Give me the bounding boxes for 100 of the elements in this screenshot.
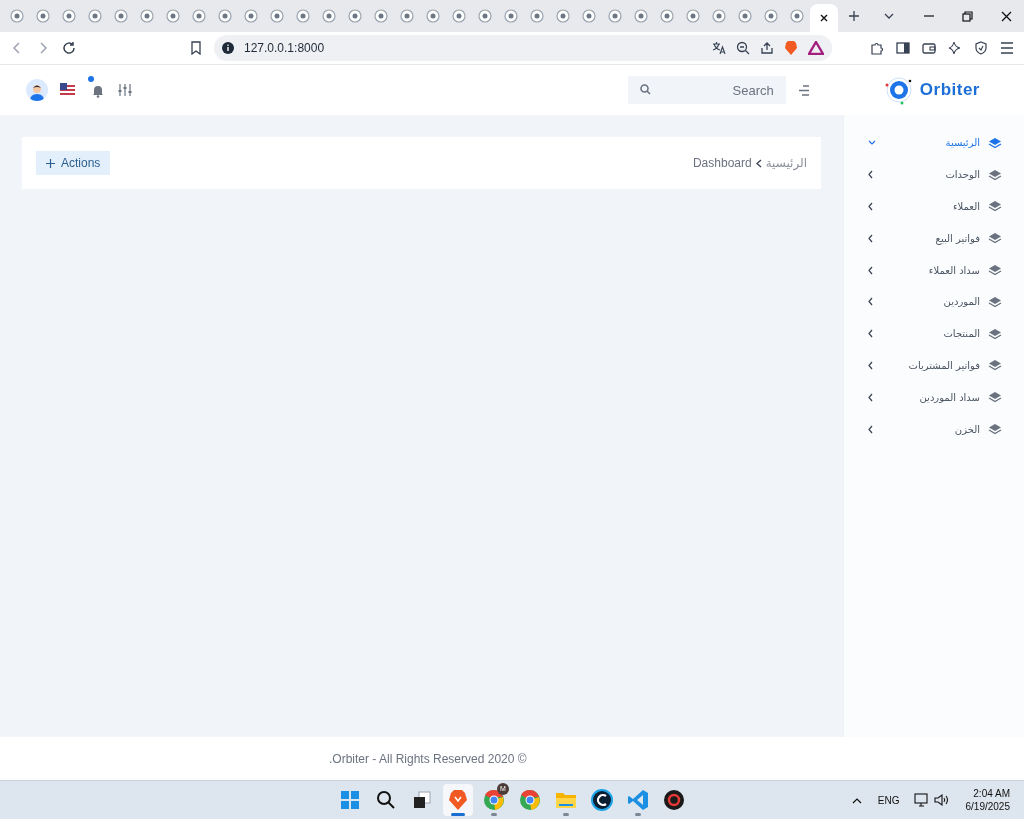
favicon-icon	[426, 9, 440, 23]
layers-icon	[988, 136, 1002, 149]
layers-icon	[988, 168, 1002, 181]
search-icon	[375, 789, 397, 811]
sparkle-icon[interactable]	[948, 41, 962, 55]
url-text: 127.0.0.1:8000	[244, 40, 326, 57]
new-tab-icon[interactable]	[848, 10, 860, 22]
favicon-icon	[712, 9, 726, 23]
favicon-icon	[686, 9, 700, 23]
chevron-down-icon	[868, 140, 876, 146]
sidebar-item[interactable]: المنتجات	[844, 317, 1024, 350]
translate-icon[interactable]	[712, 41, 726, 55]
favicon-icon	[166, 9, 180, 23]
chevron-left-icon	[868, 297, 873, 307]
favicon-icon	[790, 9, 804, 23]
clock-time[interactable]: 2:04 AM	[973, 787, 1010, 800]
avatar-icon[interactable]	[26, 79, 48, 101]
favicon-icon	[270, 9, 284, 23]
letter-c-icon	[591, 789, 613, 811]
windows-icon	[339, 789, 361, 811]
favicon-icon	[504, 9, 518, 23]
chevron-down-icon[interactable]	[884, 13, 894, 19]
sidebar-item[interactable]: العملاء	[844, 190, 1024, 223]
chevron-left-icon	[868, 202, 873, 211]
language-indicator[interactable]: ENG	[877, 792, 900, 808]
chevron-left-icon	[868, 392, 873, 402]
sidebar-item[interactable]: الخزن	[844, 413, 1024, 445]
favicon-icon	[452, 9, 466, 23]
sliders-icon[interactable]	[118, 84, 132, 96]
extensions-icon[interactable]	[870, 41, 884, 55]
menu-icon[interactable]	[797, 84, 810, 96]
chevron-up-icon[interactable]	[851, 796, 862, 804]
favicon-icon	[296, 9, 310, 23]
running-indicator	[491, 813, 497, 816]
chrome-icon	[483, 789, 505, 811]
favicon-icon	[192, 9, 206, 23]
favicon-icon	[764, 9, 778, 23]
wallet-icon[interactable]	[922, 41, 936, 55]
layers-icon	[988, 327, 1002, 340]
volume-icon[interactable]	[933, 793, 950, 807]
bookmark-icon[interactable]	[190, 41, 202, 55]
favicon-icon	[244, 9, 258, 23]
sidebar-item[interactable]: فواتير المشتريات	[844, 349, 1024, 382]
brand-name: Orbiter	[919, 79, 980, 102]
favicon-icon	[114, 9, 128, 23]
chevron-left-icon	[868, 170, 873, 180]
actions-button[interactable]: Actions	[36, 151, 111, 175]
triangle-icon[interactable]	[808, 41, 824, 55]
sidebar-item[interactable]: سداد العملاء	[844, 254, 1024, 286]
sidebar-icon[interactable]	[896, 41, 910, 55]
close-icon[interactable]	[1001, 10, 1012, 22]
favicon-icon	[88, 9, 102, 23]
favicon-icon	[36, 9, 50, 23]
flag-icon[interactable]	[60, 83, 75, 97]
favicon-icon	[738, 9, 752, 23]
info-icon[interactable]	[222, 42, 234, 54]
favicon-icon	[374, 9, 388, 23]
layers-icon	[988, 359, 1002, 372]
sidebar-item[interactable]: سداد الموردين	[844, 381, 1024, 414]
restore-icon[interactable]	[962, 10, 973, 22]
menu-icon[interactable]	[1000, 42, 1014, 54]
favicon-icon	[140, 9, 154, 23]
shield-icon[interactable]	[974, 41, 988, 55]
bell-icon[interactable]	[92, 84, 104, 98]
search-field[interactable]: Search	[627, 76, 786, 104]
sidebar-item[interactable]: فواتير البيع	[844, 222, 1024, 255]
favicon-icon	[400, 9, 414, 23]
layers-icon	[988, 264, 1002, 277]
search-icon	[639, 84, 651, 95]
code-editor-icon	[627, 789, 649, 811]
layers-icon	[988, 200, 1002, 213]
clock-date[interactable]: 6/19/2025	[965, 800, 1010, 813]
favicon-icon	[478, 9, 492, 23]
sidebar-item[interactable]: الوحدات	[844, 158, 1024, 191]
favicon-icon	[530, 9, 544, 23]
layers-icon	[988, 295, 1002, 308]
layers-icon	[988, 423, 1002, 436]
sidebar-item[interactable]: الموردين	[844, 286, 1024, 318]
running-indicator	[451, 813, 465, 816]
chevron-left-icon	[755, 158, 762, 168]
running-indicator	[635, 813, 641, 816]
running-indicator	[563, 813, 569, 816]
chevron-left-icon	[868, 424, 873, 434]
zoom-icon[interactable]	[736, 41, 750, 55]
chrome-icon	[519, 789, 541, 811]
copyright-text: .Orbiter - All Rights Reserved 2020 ©	[329, 750, 527, 768]
chevron-left-icon	[868, 233, 873, 243]
address-bar[interactable]: 127.0.0.1:8000	[214, 35, 832, 61]
share-icon[interactable]	[760, 41, 774, 55]
reload-icon[interactable]	[62, 41, 76, 55]
layers-icon	[988, 391, 1002, 404]
favicon-icon	[582, 9, 596, 23]
layers-icon	[988, 232, 1002, 245]
chevron-left-icon	[868, 329, 873, 339]
favicon-icon	[608, 9, 622, 23]
sidebar-item[interactable]: الرئيسية	[844, 127, 1024, 159]
close-icon[interactable]	[819, 13, 829, 23]
favicon-icon	[10, 9, 24, 23]
breadcrumb-link[interactable]: Dashboard	[692, 154, 752, 172]
favicon-icon	[634, 9, 648, 23]
